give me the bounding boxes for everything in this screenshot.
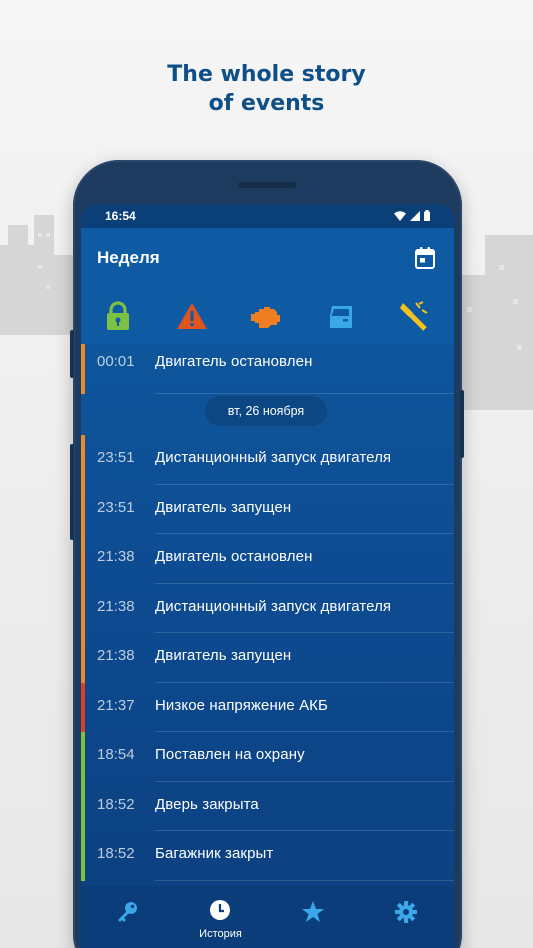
phone-power-button bbox=[460, 390, 464, 458]
nav-favorites[interactable] bbox=[267, 886, 360, 948]
event-time: 18:54 bbox=[97, 746, 135, 763]
event-text: Дверь закрыта bbox=[155, 795, 259, 813]
bottom-navigation: История bbox=[81, 886, 454, 948]
nav-settings[interactable] bbox=[360, 886, 453, 948]
event-time: 21:38 bbox=[97, 548, 135, 565]
shock-sensor-icon[interactable] bbox=[398, 300, 430, 332]
calendar-icon[interactable] bbox=[414, 246, 436, 270]
event-list: 00:01 Двигатель остановлен вт, 26 ноября… bbox=[81, 344, 454, 884]
list-item[interactable]: 23:51 Дистанционный запуск двигателя bbox=[81, 435, 454, 485]
nav-history[interactable]: История bbox=[174, 886, 267, 948]
list-item[interactable]: 21:38 Дистанционный запуск двигателя bbox=[81, 583, 454, 633]
row-divider bbox=[155, 392, 454, 394]
event-category-bar bbox=[81, 534, 85, 584]
list-item[interactable]: 18:52 Багажник закрыт bbox=[81, 831, 454, 881]
list-item[interactable]: 00:01 Двигатель остановлен bbox=[81, 344, 454, 394]
list-item[interactable]: 21:38 Двигатель запущен bbox=[81, 633, 454, 683]
nav-history-label: История bbox=[199, 928, 242, 940]
city-left-decoration bbox=[0, 215, 80, 335]
date-separator: вт, 26 ноября bbox=[205, 396, 327, 426]
city-right-decoration bbox=[455, 235, 533, 410]
warning-icon[interactable] bbox=[176, 300, 208, 332]
headline-line-2: of events bbox=[208, 91, 325, 116]
event-time: 18:52 bbox=[97, 795, 135, 813]
clock-icon bbox=[210, 900, 230, 920]
app-bar: Неделя bbox=[81, 228, 454, 344]
event-time: 21:38 bbox=[97, 647, 135, 664]
car-door-icon[interactable] bbox=[325, 300, 357, 332]
battery-icon bbox=[424, 210, 430, 221]
list-item[interactable]: 21:38 Двигатель остановлен bbox=[81, 534, 454, 584]
event-time: 21:37 bbox=[97, 696, 135, 714]
event-text: Низкое напряжение АКБ bbox=[155, 696, 328, 714]
event-text: Двигатель остановлен bbox=[155, 353, 313, 370]
lock-icon[interactable] bbox=[102, 300, 134, 332]
headline-line-1: The whole story bbox=[167, 62, 366, 87]
event-text: Дистанционный запуск двигателя bbox=[155, 597, 392, 615]
promo-headline: The whole story of events bbox=[0, 60, 533, 118]
gear-icon bbox=[395, 901, 417, 923]
event-category-bar bbox=[81, 781, 85, 831]
event-text: Двигатель остановлен bbox=[155, 548, 313, 565]
star-icon bbox=[302, 901, 324, 922]
event-time: 23:51 bbox=[97, 449, 135, 466]
app-screen: 16:54 Неделя 00:01 Двигатель остановлен … bbox=[81, 204, 454, 948]
event-category-bar bbox=[81, 633, 85, 683]
event-time: 00:01 bbox=[97, 353, 135, 370]
event-category-bar bbox=[81, 732, 85, 782]
event-time: 18:52 bbox=[97, 845, 135, 862]
nav-key[interactable] bbox=[81, 886, 174, 948]
event-text: Багажник закрыт bbox=[155, 845, 274, 862]
list-item[interactable]: 21:37 Низкое напряжение АКБ bbox=[81, 682, 454, 732]
list-item[interactable]: 23:51 Двигатель запущен bbox=[81, 484, 454, 534]
key-icon bbox=[118, 902, 137, 922]
event-time: 21:38 bbox=[97, 597, 135, 615]
event-category-bar bbox=[81, 484, 85, 534]
phone-volume-button bbox=[70, 330, 74, 378]
list-item[interactable]: 18:54 Поставлен на охрану bbox=[81, 732, 454, 782]
event-category-bar bbox=[81, 682, 85, 732]
event-category-bar bbox=[81, 344, 85, 394]
event-category-bar bbox=[81, 583, 85, 633]
engine-icon[interactable] bbox=[250, 300, 282, 332]
status-icons bbox=[394, 210, 430, 221]
event-category-bar bbox=[81, 831, 85, 881]
list-item[interactable]: 18:52 Дверь закрыта bbox=[81, 781, 454, 831]
event-text: Дистанционный запуск двигателя bbox=[155, 449, 392, 466]
row-divider bbox=[155, 879, 454, 881]
status-time: 16:54 bbox=[105, 209, 136, 223]
period-title: Неделя bbox=[97, 248, 160, 267]
status-bar: 16:54 bbox=[81, 204, 454, 228]
signal-icon bbox=[410, 210, 420, 221]
event-text: Двигатель запущен bbox=[155, 647, 292, 664]
event-text: Поставлен на охрану bbox=[155, 746, 305, 763]
event-text: Двигатель запущен bbox=[155, 498, 292, 516]
phone-speaker bbox=[238, 182, 296, 188]
event-filters bbox=[81, 300, 454, 340]
phone-side-button bbox=[70, 444, 74, 540]
wifi-icon bbox=[394, 210, 406, 221]
event-category-bar bbox=[81, 435, 85, 485]
event-time: 23:51 bbox=[97, 498, 135, 516]
